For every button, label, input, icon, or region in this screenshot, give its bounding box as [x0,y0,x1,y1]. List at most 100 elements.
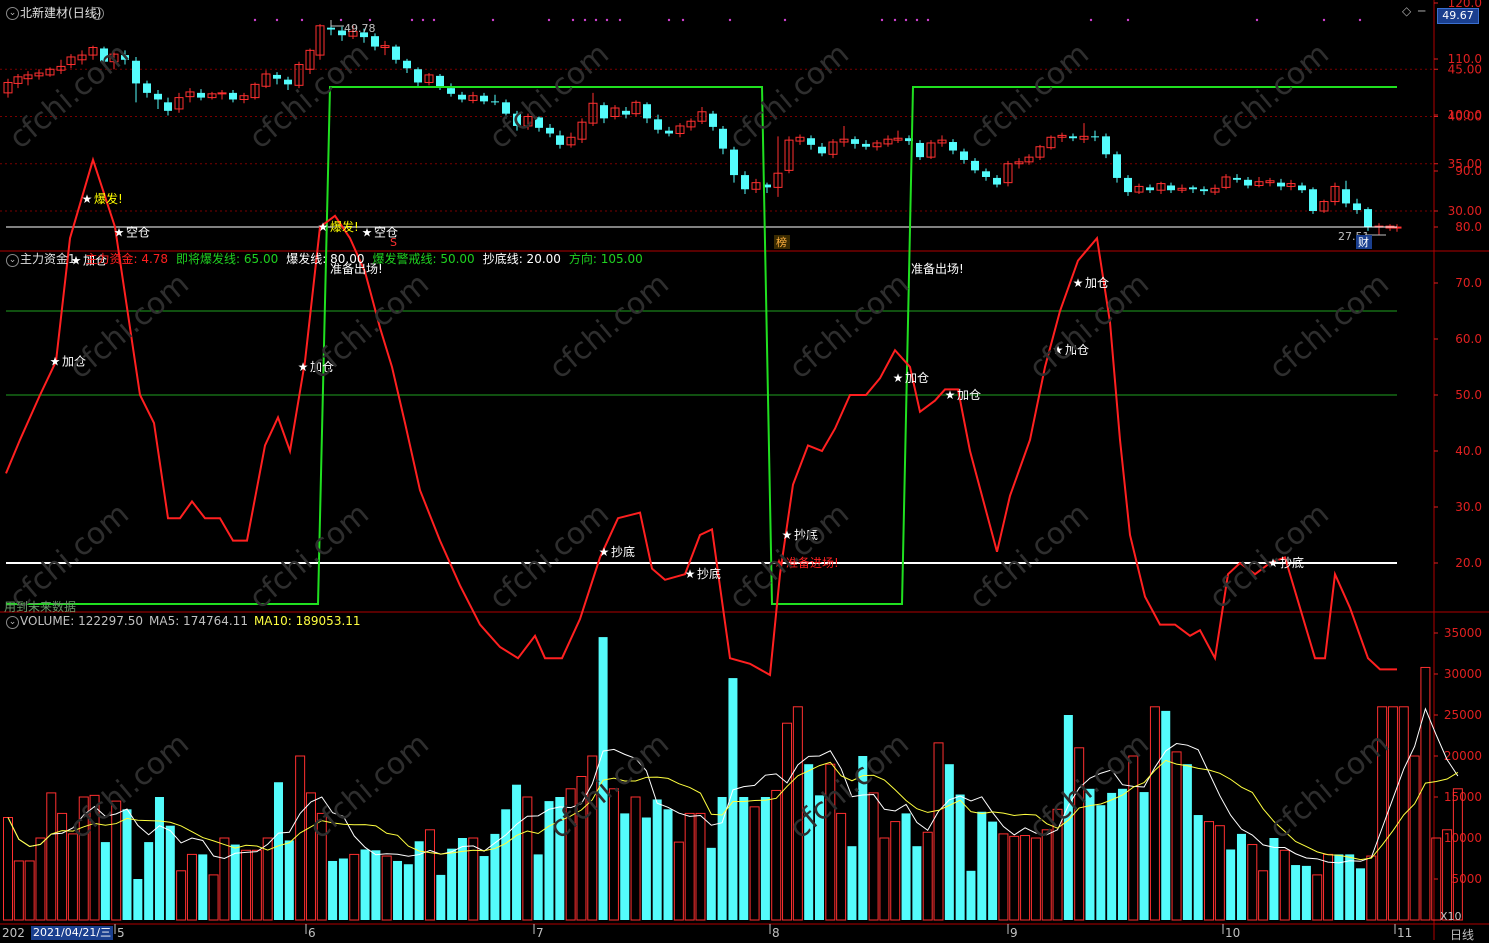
selected-date-box: 2021/04/21/三 [31,926,114,940]
volume-bar [1107,792,1117,920]
indicator-collapse-icon[interactable]: ⌄ [6,254,19,267]
price-candle [414,69,422,83]
volume-bar [1020,835,1031,921]
price-candle [1353,203,1361,211]
volume-bar [230,844,240,920]
price-candle [1189,187,1197,190]
marker-star: ★ [50,354,61,368]
volume-bar [847,846,857,920]
x-axis-month-label: 11 [1397,926,1412,940]
volume-bar [760,797,770,920]
price-candle [458,94,466,100]
indicator-legend-item: 即将爆发线: 65.00 [176,252,279,266]
price-candle [1244,179,1252,186]
x-axis-start-label: 202 [2,926,25,940]
volume-axis-label: 25000 [1444,708,1482,722]
volume-axis-label: 35000 [1444,626,1482,640]
volume-bar [955,794,965,920]
collapse-icon[interactable]: ⌄ [6,7,19,20]
volume-bar [251,849,262,921]
watermark: cfchi.com [1203,496,1336,616]
indicator-legend-item: 主力资金: 4.78 [85,252,169,266]
price-candle [403,60,411,69]
volume-bar [24,860,35,921]
watermark: cfchi.com [963,496,1096,616]
period-label[interactable]: 日线 [1450,926,1474,943]
volume-bar [998,833,1009,921]
indicator-axis-label: 20.0 [1455,556,1482,570]
price-candle [217,92,227,95]
price-candle [1200,189,1208,192]
price-candle [916,142,924,158]
watermark: cfchi.com [483,496,616,616]
marker-star: ★ [685,567,696,581]
price-candle [730,149,738,176]
stock-title: 北新建材(日线) [20,5,101,21]
price-candle [1091,136,1099,138]
price-candle [1113,154,1121,178]
indicator-axis-label: 60.0 [1455,332,1482,346]
price-candle [327,27,335,30]
volume-bar [479,856,489,920]
main-fund-line [5,156,1397,677]
volume-bar [1139,792,1149,920]
volume-bar [436,874,446,920]
indicator-marker-label: 爆发! [330,219,359,234]
marker-star: ★ [945,388,956,402]
event-marker [915,18,919,22]
price-candle [1146,187,1154,191]
volume-bar [1345,854,1355,920]
price-candle [1277,182,1285,187]
x-axis-month-label: 7 [536,926,544,940]
watermark: cfchi.com [243,36,376,156]
x-axis-month-label: 9 [1010,926,1018,940]
volume-bar [1193,815,1203,920]
volume-bar [165,825,175,920]
volume-bar [403,864,413,920]
price-candle [862,143,870,147]
volume-collapse-icon[interactable]: ⌄ [6,616,19,629]
indicator-name: 主力资金1 [20,252,76,266]
price-candle [600,105,608,119]
volume-bar [695,812,706,921]
event-marker [1358,18,1362,22]
zoom-box[interactable]: X10 [1440,910,1462,923]
volume-bar [1182,764,1192,920]
event-marker [410,18,414,22]
volume-bar [219,837,230,921]
event-marker [491,18,495,22]
price-candle [436,75,444,87]
volume-bar [274,782,283,920]
volume-bar [176,870,187,921]
diamond-icon[interactable]: ◇ [1402,4,1411,18]
price-candle [949,142,957,151]
volume-axis-label: 15000 [1444,790,1482,804]
event-marker [339,18,343,22]
volume-bar [371,850,381,920]
price-candle [1167,185,1175,191]
event-marker [594,18,598,22]
price-candle [993,177,1001,185]
volume-bar [424,829,435,921]
watermark: cfchi.com [1263,726,1396,846]
watermark: cfchi.com [1203,36,1336,156]
volume-bar [1387,706,1398,921]
event-marker [571,18,575,22]
marker-star: ★ [893,371,904,385]
event-marker [926,18,930,22]
settings-icon[interactable]: ⌄ [91,7,104,20]
volume-bar [1214,825,1225,921]
volume-bar [1301,865,1311,920]
marker-star: ★ [82,192,93,206]
indicator-legend: 主力资金1 主力资金: 4.78 即将爆发线: 65.00 爆发线: 80.00 爆发… [20,251,643,267]
volume-bar [13,860,24,921]
indicator-marker-label: 抄底 [697,566,721,581]
indicator-marker-label: 爆发! [94,191,123,206]
volume-legend-item: VOLUME: 122297.50 [20,614,143,628]
indicator-marker-label: 加仓 [1085,276,1109,290]
watermark: cfchi.com [303,726,436,846]
event-marker [368,18,372,22]
minimize-icon[interactable]: ─ [1418,4,1425,18]
volume-bar [988,821,998,920]
chart-canvas[interactable]: 45.0040.0035.0030.0049.7827.51S 榜财120.011… [0,0,1489,940]
